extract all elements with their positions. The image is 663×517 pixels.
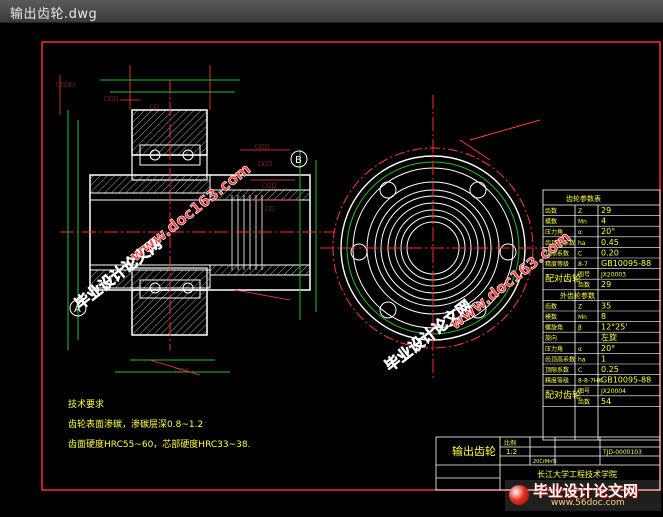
drawing-svg: □□□□ □□□ □□ □□□ □□□ □□□ □□ □□□ B A 齿轮参数表… (41, 41, 661, 491)
table-cell-s: C (578, 250, 582, 257)
table-cell-s: Mn (578, 314, 587, 321)
table-cell-s: C (578, 367, 582, 374)
table-cell-s: Mn (578, 219, 587, 226)
title-block-material: 20CrMnTi (533, 459, 557, 465)
title-block-school: 长江大学工程技术学院 (537, 469, 617, 479)
table-cell-s: 8-7 (578, 261, 588, 268)
mate-r2k: 齿数 (578, 398, 590, 406)
table-cell-s: α (578, 229, 582, 236)
tech-req-line2: 齿面硬度HRC55~60，芯部硬度HRC33~38. (68, 438, 250, 450)
section-view: □□□□ □□□ □□ □□□ □□□ □□□ □□ □□□ B A (56, 65, 335, 376)
mate-r1k: 图号 (578, 272, 590, 279)
title-block-drawing-no: TJD-0000103 (602, 449, 642, 456)
table-cell-s: ha (578, 356, 586, 363)
table-cell-k: 螺旋角 (545, 324, 563, 332)
table-cell-s: Z (578, 208, 582, 215)
table-cell-v: 35 (601, 301, 611, 310)
logo-text-url: www.56doc.com (551, 498, 625, 508)
table-cell-v: GB10095-88 (601, 376, 651, 385)
cad-window: 输出齿轮.dwg □□□□ □□□ □□ □□□ □□□ □□□ □□ □□□ … (0, 0, 663, 513)
table-cell-v: 12°25' (601, 323, 628, 332)
table-cell-k: 旋向 (545, 334, 557, 342)
section-label-b: B (295, 155, 302, 166)
table-cell-s: 8-8-7HK (578, 378, 603, 385)
table-cell-s: α (578, 346, 582, 353)
table-cell-v: 左旋 (601, 332, 617, 342)
title-block-scale-label: 比例 (504, 439, 516, 447)
tech-req-heading: 技术要求 (68, 398, 104, 410)
logo-ball-icon (509, 485, 529, 505)
table-cell-v: GB10095-88 (601, 259, 651, 268)
mate-r1v: JX20004 (600, 388, 626, 395)
svg-text:□□□: □□□ (104, 96, 118, 102)
svg-text:□□: □□ (150, 104, 160, 110)
table-cell-v: 20° (601, 227, 615, 236)
title-block-name: 输出齿轮 (452, 444, 496, 458)
window-title: 输出齿轮.dwg (10, 7, 98, 22)
title-block-scale: 1:2 (506, 448, 517, 456)
mate-r2v: 29 (601, 280, 611, 289)
svg-text:□□□□: □□□□ (56, 82, 75, 88)
mate-r2v: 54 (601, 397, 611, 406)
svg-text:□□□: □□□ (262, 183, 276, 189)
svg-text:□□: □□ (265, 206, 275, 212)
mate-label: 配对齿轮 (545, 389, 581, 401)
mate-label: 配对齿轮 (545, 273, 581, 285)
svg-text:□□□: □□□ (175, 368, 189, 374)
svg-text:□□□: □□□ (255, 144, 269, 150)
table-cell-v: 0.25 (601, 365, 619, 374)
table-title: 齿轮参数表 (566, 194, 601, 203)
mate-r1k: 图号 (578, 388, 590, 395)
site-logo: 毕业设计论文网 www.56doc.com (505, 480, 661, 511)
table-cell-k: 顶隙系数 (545, 366, 569, 374)
tech-req-line1: 齿轮表面渗碳，渗碳层深0.8~1.2 (68, 418, 203, 430)
table-section2-title: 外齿轮参数 (560, 291, 595, 300)
table-cell-k: 精度等级 (545, 377, 569, 385)
drawing-canvas[interactable]: □□□□ □□□ □□ □□□ □□□ □□□ □□ □□□ B A 齿轮参数表… (0, 22, 663, 513)
table-cell-v: 0.45 (601, 238, 619, 247)
mate-r1v: JX20003 (600, 272, 626, 279)
table-cell-k: 模数 (545, 313, 557, 321)
table-cell-v: 1 (601, 354, 606, 363)
table-cell-k: 齿顶高系数 (545, 355, 575, 363)
mate-r2k: 齿数 (578, 281, 590, 289)
table-cell-v: 20° (601, 344, 615, 353)
table-cell-v: 29 (601, 206, 611, 215)
table-cell-k: 模数 (545, 218, 557, 226)
table-cell-k: 齿数 (545, 207, 557, 215)
table-cell-v: 8 (601, 312, 606, 321)
table-cell-s: ha (578, 240, 586, 247)
table-cell-v: 0.20 (601, 248, 619, 257)
title-bar: 输出齿轮.dwg (0, 0, 663, 23)
table-cell-s: β (578, 325, 582, 332)
table-cell-s: Z (578, 303, 582, 310)
svg-text:□□□: □□□ (258, 161, 272, 167)
table-cell-k: 压力角 (545, 345, 563, 353)
table-cell-k: 齿数 (545, 302, 557, 310)
table-cell-v: 4 (601, 217, 606, 226)
